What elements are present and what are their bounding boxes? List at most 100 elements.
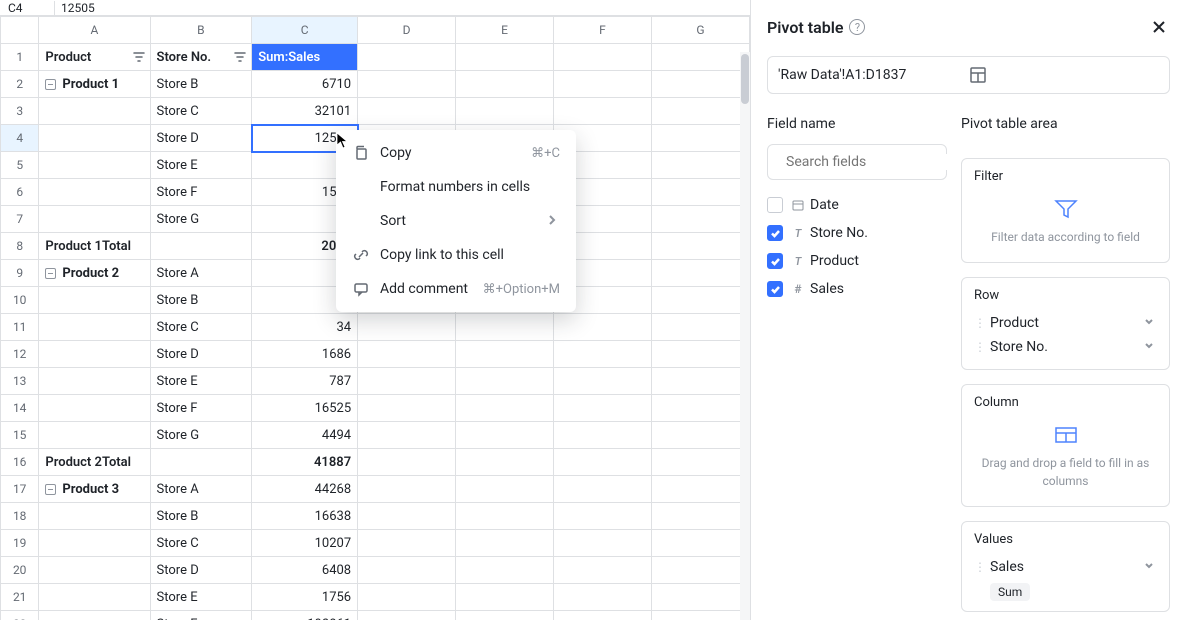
column-zone[interactable]: Column Drag and drop a field to fill in …	[961, 384, 1170, 507]
cell-A3[interactable]	[39, 98, 150, 125]
cell-A7[interactable]	[39, 206, 150, 233]
row-header-17[interactable]: 17	[1, 476, 39, 503]
menu-item-format-numbers[interactable]: Format numbers in cells	[342, 170, 570, 204]
row-header-11[interactable]: 11	[1, 314, 39, 341]
field-search[interactable]	[767, 144, 947, 180]
row-header-21[interactable]: 21	[1, 584, 39, 611]
cell-B11[interactable]: Store C	[150, 314, 252, 341]
cell-C2[interactable]: 6710	[252, 71, 358, 98]
menu-item-copy[interactable]: Copy ⌘+C	[342, 136, 570, 170]
chevron-down-icon[interactable]	[1143, 559, 1157, 575]
cell-B2[interactable]: Store B	[150, 71, 252, 98]
cell-C17[interactable]: 44268	[252, 476, 358, 503]
vertical-scrollbar[interactable]	[740, 52, 750, 620]
row-header-12[interactable]: 12	[1, 341, 39, 368]
row-zone[interactable]: Row ⋮⋮Product⋮⋮Store No.	[961, 277, 1170, 370]
cell-C20[interactable]: 6408	[252, 557, 358, 584]
cell-A2[interactable]: Product 1	[39, 71, 150, 98]
cell-C19[interactable]: 10207	[252, 530, 358, 557]
cell-B22[interactable]: Store F	[150, 611, 252, 620]
close-button[interactable]	[1148, 16, 1170, 38]
field-checkbox[interactable]	[767, 197, 783, 213]
col-header-G[interactable]: G	[651, 17, 749, 44]
field-item-store-no-[interactable]: TStore No.	[767, 222, 947, 244]
cell-A5[interactable]	[39, 152, 150, 179]
cell-B5[interactable]: Store E	[150, 152, 252, 179]
collapse-icon[interactable]	[45, 79, 56, 90]
col-header-B[interactable]: B	[150, 17, 252, 44]
values-zone[interactable]: Values ⋮⋮ Sales Sum	[961, 521, 1170, 612]
row-zone-item[interactable]: ⋮⋮Store No.	[974, 335, 1157, 359]
row-header-19[interactable]: 19	[1, 530, 39, 557]
drag-handle-icon[interactable]: ⋮⋮	[974, 560, 984, 574]
cell-B19[interactable]: Store C	[150, 530, 252, 557]
chevron-down-icon[interactable]	[1143, 315, 1157, 331]
field-checkbox[interactable]	[767, 253, 783, 269]
cell-C12[interactable]: 1686	[252, 341, 358, 368]
row-header-2[interactable]: 2	[1, 71, 39, 98]
cell-B21[interactable]: Store E	[150, 584, 252, 611]
cell-B9[interactable]: Store A	[150, 260, 252, 287]
header-cell-product[interactable]: Product	[39, 44, 150, 71]
menu-item-sort[interactable]: Sort	[342, 204, 570, 238]
cell-A17[interactable]: Product 3	[39, 476, 150, 503]
row-header-3[interactable]: 3	[1, 98, 39, 125]
cell-B3[interactable]: Store C	[150, 98, 252, 125]
header-cell-store[interactable]: Store No.	[150, 44, 252, 71]
values-zone-item[interactable]: ⋮⋮ Sales	[974, 555, 1157, 579]
field-checkbox[interactable]	[767, 281, 783, 297]
cell-C14[interactable]: 16525	[252, 395, 358, 422]
cell-C18[interactable]: 16638	[252, 503, 358, 530]
cell-C15[interactable]: 4494	[252, 422, 358, 449]
field-checkbox[interactable]	[767, 225, 783, 241]
row-header-6[interactable]: 6	[1, 179, 39, 206]
menu-item-add-comment[interactable]: Add comment ⌘+Option+M	[342, 272, 570, 306]
menu-item-copy-link[interactable]: Copy link to this cell	[342, 238, 570, 272]
cell-A11[interactable]	[39, 314, 150, 341]
cell-A4[interactable]	[39, 125, 150, 152]
cell-B6[interactable]: Store F	[150, 179, 252, 206]
cell-C21[interactable]: 1756	[252, 584, 358, 611]
row-header-15[interactable]: 15	[1, 422, 39, 449]
collapse-icon[interactable]	[45, 268, 56, 279]
cell-reference[interactable]: C4	[8, 1, 48, 15]
cell-A9[interactable]: Product 2	[39, 260, 150, 287]
row-header-22[interactable]: 22	[1, 611, 39, 620]
cell-A16[interactable]: Product 2Total	[39, 449, 150, 476]
cell-B16[interactable]	[150, 449, 252, 476]
formula-content[interactable]: 12505	[61, 1, 95, 15]
filter-zone[interactable]: Filter Filter data according to field	[961, 158, 1170, 263]
cell-A12[interactable]	[39, 341, 150, 368]
col-header-D[interactable]: D	[358, 17, 456, 44]
cell-A10[interactable]	[39, 287, 150, 314]
cell-B13[interactable]: Store E	[150, 368, 252, 395]
cell-C3[interactable]: 32101	[252, 98, 358, 125]
row-header-8[interactable]: 8	[1, 233, 39, 260]
header-cell-sum[interactable]: Sum:Sales	[252, 44, 358, 71]
cell-A22[interactable]	[39, 611, 150, 620]
row-header-9[interactable]: 9	[1, 260, 39, 287]
collapse-icon[interactable]	[45, 484, 56, 495]
col-header-F[interactable]: F	[554, 17, 652, 44]
col-header-E[interactable]: E	[456, 17, 554, 44]
range-select-icon[interactable]	[969, 66, 1160, 84]
row-header-20[interactable]: 20	[1, 557, 39, 584]
drag-handle-icon[interactable]: ⋮⋮	[974, 340, 984, 354]
col-header-C[interactable]: C	[252, 17, 358, 44]
row-header-13[interactable]: 13	[1, 368, 39, 395]
cell-A15[interactable]	[39, 422, 150, 449]
cell-B15[interactable]: Store G	[150, 422, 252, 449]
cell-B18[interactable]: Store B	[150, 503, 252, 530]
cell-A21[interactable]	[39, 584, 150, 611]
row-header-4[interactable]: 4	[1, 125, 39, 152]
cell-B20[interactable]: Store D	[150, 557, 252, 584]
cell-B10[interactable]: Store B	[150, 287, 252, 314]
cell-C13[interactable]: 787	[252, 368, 358, 395]
chevron-down-icon[interactable]	[1143, 339, 1157, 355]
field-item-product[interactable]: TProduct	[767, 250, 947, 272]
row-header-14[interactable]: 14	[1, 395, 39, 422]
grid[interactable]: A B C D E F G 1 Product Store No. Sum:Sa…	[0, 16, 750, 620]
col-header-A[interactable]: A	[39, 17, 150, 44]
cell-C11[interactable]: 34	[252, 314, 358, 341]
cell-A18[interactable]	[39, 503, 150, 530]
